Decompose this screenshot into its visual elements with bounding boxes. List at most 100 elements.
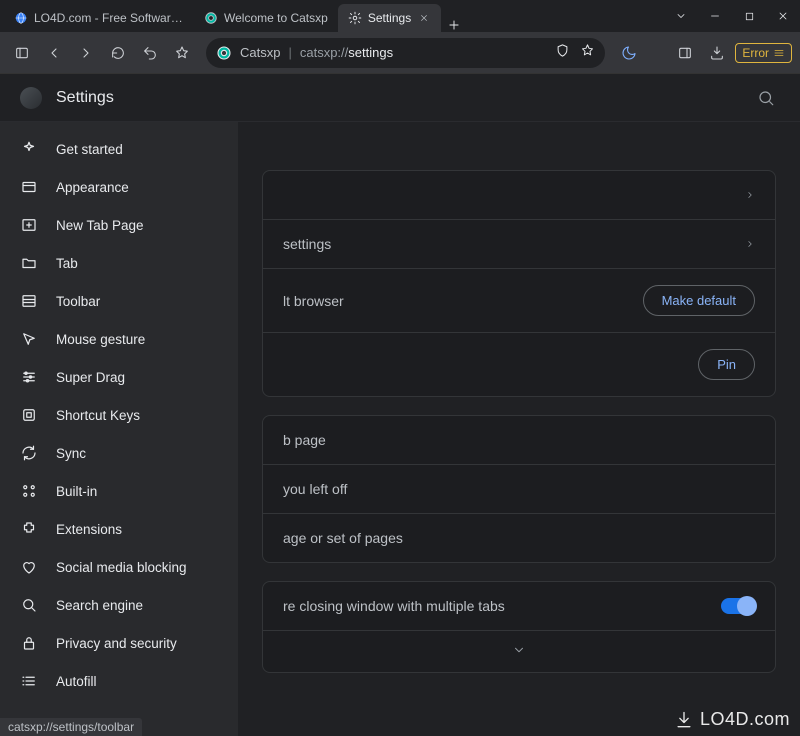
- minimize-button[interactable]: [698, 0, 732, 32]
- lock-icon: [20, 634, 38, 652]
- chevron-down-icon: [512, 643, 526, 660]
- chevron-right-icon: [745, 187, 755, 203]
- sidebar-item-mouse-gesture[interactable]: Mouse gesture: [0, 320, 238, 358]
- sidebar-item-tab[interactable]: Tab: [0, 244, 238, 282]
- row-text: age or set of pages: [283, 530, 403, 546]
- heart-icon: [20, 558, 38, 576]
- settings-row[interactable]: you left off: [263, 465, 775, 514]
- panel-button[interactable]: [671, 39, 699, 67]
- sidebar-item-label: Privacy and security: [56, 636, 177, 651]
- sidebar-item-new-tab-page[interactable]: New Tab Page: [0, 206, 238, 244]
- sidebar-item-label: Tab: [56, 256, 78, 271]
- row-text: settings: [283, 236, 331, 252]
- back-button[interactable]: [40, 39, 68, 67]
- address-path: settings: [348, 45, 393, 60]
- settings-sidebar: Get started Appearance New Tab Page Tab …: [0, 122, 238, 736]
- close-icon[interactable]: [417, 11, 431, 25]
- bookmark-button[interactable]: [168, 39, 196, 67]
- error-label: Error: [742, 46, 769, 60]
- watermark-text: LO4D.com: [700, 709, 790, 730]
- sidebar-item-sync[interactable]: Sync: [0, 434, 238, 472]
- sidebar-item-autofill[interactable]: Autofill: [0, 662, 238, 700]
- app-logo-icon: [20, 87, 42, 109]
- settings-row[interactable]: age or set of pages: [263, 514, 775, 562]
- star-icon[interactable]: [580, 43, 595, 63]
- gear-icon: [348, 11, 362, 25]
- dark-mode-button[interactable]: [615, 39, 643, 67]
- sidebar-item-appearance[interactable]: Appearance: [0, 168, 238, 206]
- sidebar-item-extensions[interactable]: Extensions: [0, 510, 238, 548]
- rows-icon: [20, 292, 38, 310]
- sidebar-item-search-engine[interactable]: Search engine: [0, 586, 238, 624]
- tab-label: LO4D.com - Free Software Do: [34, 11, 184, 25]
- sync-icon: [20, 444, 38, 462]
- row-text: lt browser: [283, 293, 344, 309]
- error-button[interactable]: Error: [735, 43, 792, 63]
- settings-card-tabs: re closing window with multiple tabs: [262, 581, 776, 673]
- sidebar-item-built-in[interactable]: Built-in: [0, 472, 238, 510]
- catsxp-icon: [216, 45, 232, 61]
- sidebar-item-label: Built-in: [56, 484, 97, 499]
- reload-button[interactable]: [104, 39, 132, 67]
- maximize-button[interactable]: [732, 0, 766, 32]
- address-separator: |: [288, 45, 291, 60]
- row-text: re closing window with multiple tabs: [283, 598, 505, 614]
- sidebar-item-social-media-blocking[interactable]: Social media blocking: [0, 548, 238, 586]
- download-button[interactable]: [703, 39, 731, 67]
- command-icon: [20, 406, 38, 424]
- list-icon: [20, 672, 38, 690]
- globe-icon: [14, 11, 28, 25]
- pin-button[interactable]: Pin: [698, 349, 755, 380]
- tabs-dropdown-button[interactable]: [664, 0, 698, 32]
- forward-button[interactable]: [72, 39, 100, 67]
- catsxp-icon: [204, 11, 218, 25]
- settings-row-warn-close: re closing window with multiple tabs: [263, 582, 775, 631]
- settings-card-startup: b page you left off age or set of pages: [262, 415, 776, 563]
- address-bar[interactable]: Catsxp | catsxp://settings: [206, 38, 605, 68]
- settings-row[interactable]: [263, 171, 775, 220]
- sidebar-item-label: Search engine: [56, 598, 143, 613]
- search-button[interactable]: [752, 84, 780, 112]
- settings-row-default-browser: lt browser Make default: [263, 269, 775, 333]
- sidebar-item-shortcut-keys[interactable]: Shortcut Keys: [0, 396, 238, 434]
- titlebar: LO4D.com - Free Software Do Welcome to C…: [0, 0, 800, 32]
- settings-row[interactable]: settings: [263, 220, 775, 269]
- expand-button[interactable]: [263, 631, 775, 672]
- sidebar-item-label: Shortcut Keys: [56, 408, 140, 423]
- grid-icon: [20, 482, 38, 500]
- watermark: LO4D.com: [674, 709, 790, 730]
- shield-icon[interactable]: [555, 43, 570, 63]
- settings-header: Settings: [0, 74, 800, 122]
- sidebar-item-label: Extensions: [56, 522, 122, 537]
- sidebar-item-label: Sync: [56, 446, 86, 461]
- tab-welcome[interactable]: Welcome to Catsxp: [194, 4, 338, 32]
- new-tab-button[interactable]: [441, 18, 467, 32]
- search-icon: [20, 596, 38, 614]
- row-text: b page: [283, 432, 326, 448]
- close-button[interactable]: [766, 0, 800, 32]
- settings-row[interactable]: b page: [263, 416, 775, 465]
- sidebar-item-label: Toolbar: [56, 294, 100, 309]
- sidebar-item-label: Social media blocking: [56, 560, 187, 575]
- tab-lo4d[interactable]: LO4D.com - Free Software Do: [4, 4, 194, 32]
- make-default-button[interactable]: Make default: [643, 285, 755, 316]
- toggle-switch[interactable]: [721, 598, 755, 614]
- sidebar-item-get-started[interactable]: Get started: [0, 130, 238, 168]
- browser-toolbar: Catsxp | catsxp://settings Error: [0, 32, 800, 74]
- tab-settings[interactable]: Settings: [338, 4, 441, 32]
- sidebar-toggle-button[interactable]: [8, 39, 36, 67]
- settings-title: Settings: [56, 89, 752, 107]
- status-bar: catsxp://settings/toolbar: [0, 718, 142, 736]
- card-icon: [20, 178, 38, 196]
- row-text: you left off: [283, 481, 347, 497]
- tabs-strip: LO4D.com - Free Software Do Welcome to C…: [0, 0, 664, 32]
- sidebar-item-privacy-security[interactable]: Privacy and security: [0, 624, 238, 662]
- undo-button[interactable]: [136, 39, 164, 67]
- tab-label: Settings: [368, 11, 411, 25]
- sidebar-item-super-drag[interactable]: Super Drag: [0, 358, 238, 396]
- sliders-icon: [20, 368, 38, 386]
- sidebar-item-toolbar[interactable]: Toolbar: [0, 282, 238, 320]
- settings-content: settings lt browser Make default Pin b p…: [238, 122, 800, 736]
- newtab-icon: [20, 216, 38, 234]
- address-scheme: catsxp://: [300, 45, 348, 60]
